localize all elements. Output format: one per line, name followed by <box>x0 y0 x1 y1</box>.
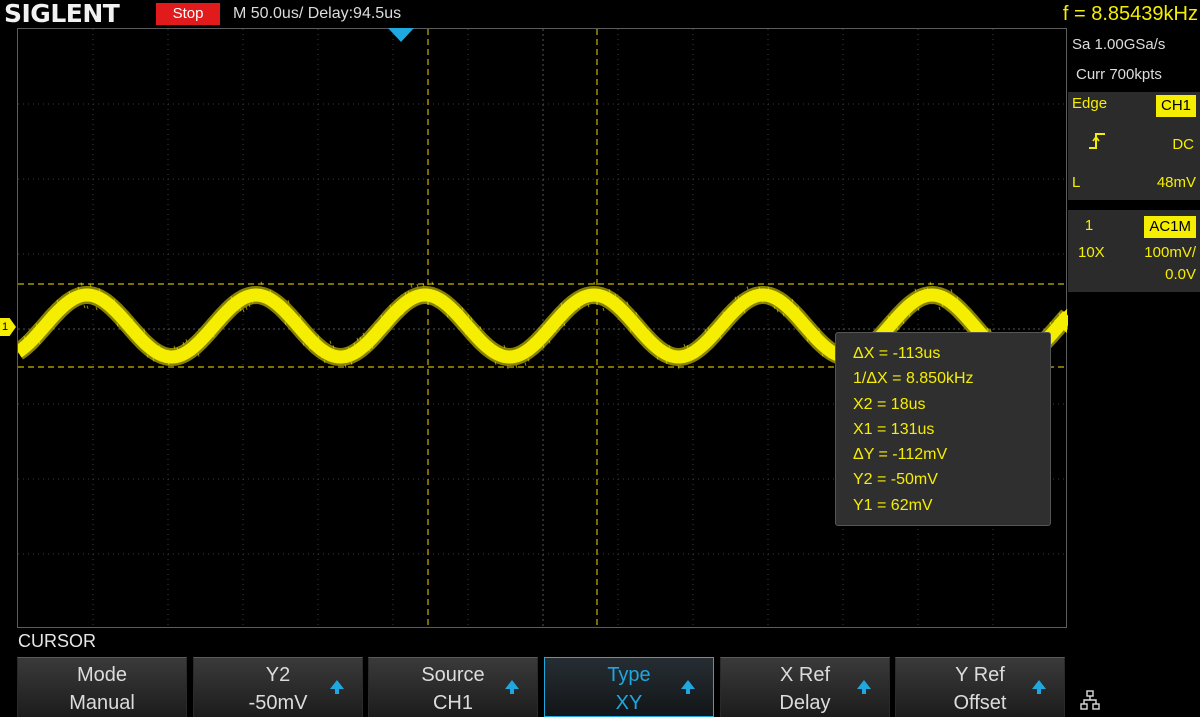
knob-adjust-icon <box>857 680 871 694</box>
y2-readout: Y2 = -50mV <box>853 471 938 489</box>
trigger-level-label: L <box>1072 174 1081 191</box>
trigger-level-value: 48mV <box>1156 174 1196 191</box>
trace-noise-speck <box>506 365 509 369</box>
softkey-value: Offset <box>953 692 1007 714</box>
sample-rate: Sa 1.00GSa/s <box>1072 36 1166 53</box>
trace-noise-speck <box>242 309 245 313</box>
trace-noise-speck <box>410 284 413 288</box>
softkey-label: Mode <box>76 664 128 686</box>
frequency-readout: f = 8.85439kHz <box>1062 3 1198 25</box>
trace-noise-speck <box>602 307 605 312</box>
vertical-scale: 100mV/ <box>1144 244 1196 261</box>
network-icon[interactable] <box>1080 690 1100 710</box>
softkey-mode[interactable]: Mode Manual <box>17 657 187 717</box>
trace-noise-speck <box>515 365 518 369</box>
trace-noise-speck <box>938 306 941 311</box>
trigger-source: CH1 <box>1155 95 1196 117</box>
softkey-value: Manual <box>69 692 135 714</box>
trace-noise-speck <box>95 306 98 311</box>
ch1-ground-marker[interactable]: 1 <box>0 318 16 336</box>
cursor-readout-box: ΔX = -113us 1/ΔX = 8.850kHz X2 = 18us X1… <box>835 332 1051 526</box>
trace-noise-speck <box>677 365 680 369</box>
knob-adjust-icon <box>505 680 519 694</box>
trace-noise-speck <box>329 340 332 344</box>
trace-noise-speck <box>593 281 596 286</box>
trigger-position-marker[interactable] <box>388 28 414 42</box>
trace-noise-speck <box>80 282 83 286</box>
run-stop-badge[interactable]: Stop <box>156 3 220 25</box>
trace-noise-speck <box>524 362 527 366</box>
trace-noise-speck <box>683 343 686 348</box>
knob-adjust-icon <box>330 680 344 694</box>
probe-attenuation: 10X <box>1078 244 1105 261</box>
delta-y-readout: ΔY = -112mV <box>853 446 948 464</box>
memory-depth: Curr 700kpts <box>1076 66 1162 83</box>
trace-noise-speck <box>245 306 248 310</box>
x1-readout: X1 = 131us <box>853 420 935 438</box>
channel-coupling: AC1M <box>1144 216 1196 238</box>
timebase-readout[interactable]: M 50.0us/ Delay:94.5us <box>233 0 401 28</box>
vertical-offset: 0.0V <box>1165 266 1196 283</box>
menu-title: CURSOR <box>18 631 97 651</box>
channel-info-panel[interactable]: 1 AC1M 10X 100mV/ 0.0V <box>1068 210 1200 292</box>
brand-logo: SIGLENT <box>4 0 120 28</box>
softkey-value: -50mV <box>248 692 308 714</box>
softkey-value: CH1 <box>432 692 473 714</box>
trace-noise-speck <box>416 283 419 288</box>
x2-readout: X2 = 18us <box>853 395 926 413</box>
y1-readout: Y1 = 62mV <box>853 496 933 514</box>
trigger-coupling: DC <box>1172 136 1194 153</box>
channel-number: 1 <box>1074 214 1104 238</box>
trace-noise-speck <box>86 305 89 309</box>
rising-edge-icon <box>1089 133 1105 149</box>
trigger-level-marker[interactable] <box>1054 309 1067 333</box>
softkey-type[interactable]: Type XY <box>544 657 714 717</box>
softkey-y-ref[interactable]: Y Ref Offset <box>895 657 1065 717</box>
trace-noise-speck <box>746 286 749 290</box>
status-bar: SIGLENT Stop M 50.0us/ Delay:94.5us f = … <box>0 0 1200 28</box>
waveform-grid <box>18 29 1068 629</box>
softkey-value: Delay <box>779 692 831 714</box>
waveform-display[interactable] <box>17 28 1068 629</box>
trigger-info-panel[interactable]: Edge CH1 DC L 48mV <box>1068 92 1200 200</box>
delta-x-readout: ΔX = -113us <box>853 345 941 362</box>
trace-noise-speck <box>83 304 86 309</box>
softkey-x-ref[interactable]: X Ref Delay <box>720 657 890 717</box>
softkey-y2[interactable]: Y2 -50mV <box>193 657 363 717</box>
trigger-type: Edge <box>1072 95 1108 112</box>
knob-adjust-icon <box>681 680 695 694</box>
softkey-source[interactable]: Source CH1 <box>368 657 538 717</box>
inverse-delta-x-readout: 1/ΔX = 8.850kHz <box>853 370 974 388</box>
knob-adjust-icon <box>1032 680 1046 694</box>
softkey-value: XY <box>615 692 643 714</box>
